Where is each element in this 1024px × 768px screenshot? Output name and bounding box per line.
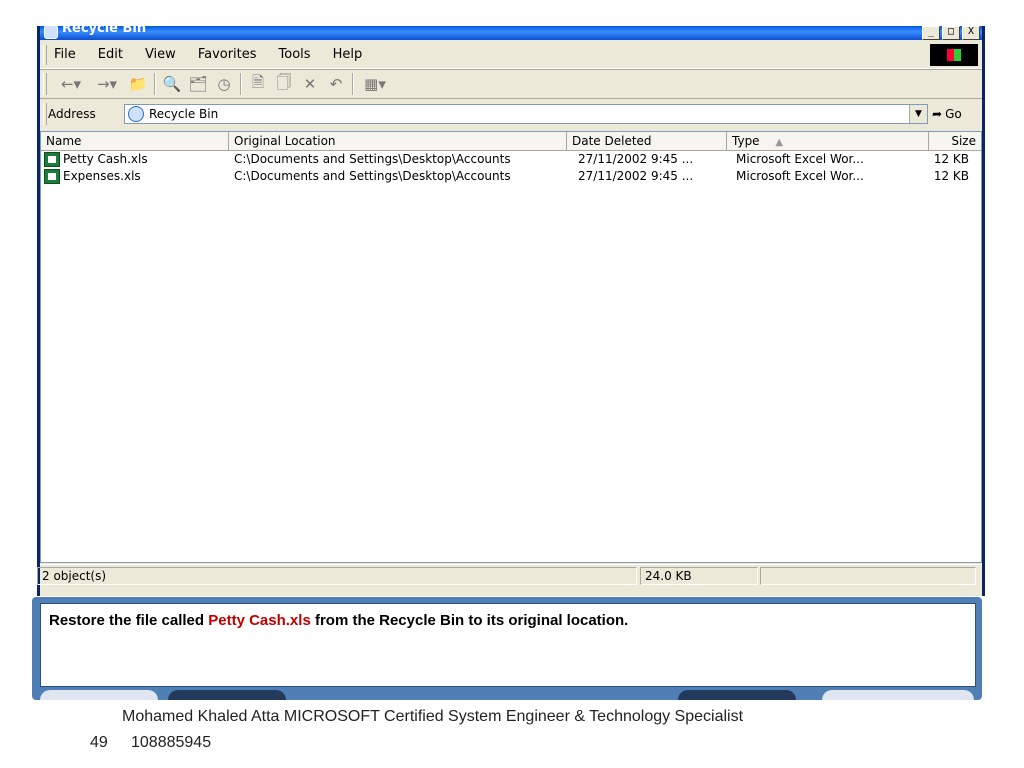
file-date-deleted: 27/11/2002 9:45 ... — [578, 169, 694, 183]
menu-file[interactable]: File — [52, 47, 78, 62]
task-instruction: Restore the file called Petty Cash.xls f… — [49, 612, 628, 629]
task-button-4[interactable] — [822, 690, 974, 700]
address-dropdown-button[interactable]: ▼ — [909, 105, 927, 123]
recycle-bin-icon — [44, 26, 58, 39]
address-label: Address — [48, 107, 96, 121]
up-icon[interactable]: 📁 — [126, 74, 150, 94]
standard-toolbar: ←▾ →▾ 📁 🔍 🗂 ◷ 🗎 🗍 ✕ ↶ ▦▾ — [40, 69, 982, 99]
file-type: Microsoft Excel Wor... — [736, 169, 864, 183]
file-date-deleted: 27/11/2002 9:45 ... — [578, 152, 694, 166]
toolbar-grip — [43, 73, 47, 95]
task-suffix: from the Recycle Bin to its original loc… — [310, 612, 629, 629]
address-value: Recycle Bin — [149, 107, 219, 121]
footer-credit: Mohamed Khaled Atta MICROSOFT Certified … — [122, 708, 744, 725]
menu-edit[interactable]: Edit — [96, 47, 125, 62]
sort-ascending-icon: ▲ — [775, 137, 784, 148]
go-button[interactable]: ➦ Go — [932, 104, 980, 124]
task-panel: Restore the file called Petty Cash.xls f… — [32, 597, 982, 700]
address-grip — [43, 103, 47, 125]
column-type-label: Type — [732, 134, 760, 148]
window-title: Recycle Bin — [62, 26, 147, 36]
back-icon[interactable]: ←▾ — [54, 74, 88, 94]
title-bar[interactable]: Recycle Bin _ □ X — [40, 26, 982, 40]
menu-tools[interactable]: Tools — [277, 47, 313, 62]
file-name: Expenses.xls — [63, 169, 141, 183]
recycle-bin-icon — [128, 106, 144, 122]
folders-icon[interactable]: 🗂 — [186, 74, 210, 94]
file-type: Microsoft Excel Wor... — [736, 152, 864, 166]
menu-view[interactable]: View — [143, 47, 178, 62]
task-instruction-box: Restore the file called Petty Cash.xls f… — [40, 603, 976, 687]
excel-file-icon — [44, 169, 60, 184]
column-date-deleted[interactable]: Date Deleted — [567, 132, 727, 150]
file-size: 12 KB — [933, 169, 969, 183]
menu-grip — [43, 45, 47, 65]
file-name: Petty Cash.xls — [63, 152, 148, 166]
task-button-3[interactable] — [678, 690, 796, 700]
column-name[interactable]: Name — [41, 132, 229, 150]
address-input[interactable]: Recycle Bin ▼ — [124, 104, 928, 124]
task-button-1[interactable] — [40, 690, 158, 700]
task-button-2[interactable] — [168, 690, 286, 700]
copy-to-icon[interactable]: 🗍 — [272, 73, 296, 94]
file-size: 12 KB — [933, 152, 969, 166]
explorer-window: Recycle Bin _ □ X File Edit View Favorit… — [37, 26, 985, 596]
search-icon[interactable]: 🔍 — [160, 74, 184, 94]
file-list[interactable]: Name Original Location Date Deleted Type… — [40, 131, 982, 563]
undo-icon[interactable]: ↶ — [324, 74, 348, 94]
status-empty-panel — [760, 567, 976, 585]
column-original-location[interactable]: Original Location — [229, 132, 567, 150]
maximize-button[interactable]: □ — [942, 26, 960, 40]
column-size[interactable]: Size — [929, 132, 981, 150]
table-row[interactable]: Petty Cash.xls C:\Documents and Settings… — [41, 151, 981, 168]
status-total-size: 24.0 KB — [640, 567, 758, 585]
move-to-icon[interactable]: 🗎 — [246, 73, 270, 94]
column-type[interactable]: Type ▲ — [727, 132, 929, 150]
status-bar: 2 object(s) 24.0 KB — [37, 564, 982, 589]
forward-icon[interactable]: →▾ — [90, 74, 124, 94]
menu-bar: File Edit View Favorites Tools Help — [40, 42, 982, 69]
views-icon[interactable]: ▦▾ — [358, 74, 392, 94]
go-label: Go — [945, 107, 962, 121]
minimize-button[interactable]: _ — [922, 26, 940, 40]
file-location: C:\Documents and Settings\Desktop\Accoun… — [234, 152, 511, 166]
windows-logo-icon — [930, 44, 978, 66]
address-bar: Address Recycle Bin ▼ ➦ Go — [40, 98, 982, 129]
delete-icon[interactable]: ✕ — [298, 74, 322, 94]
menu-favorites[interactable]: Favorites — [196, 47, 259, 62]
task-prefix: Restore the file called — [49, 612, 209, 629]
table-row[interactable]: Expenses.xls C:\Documents and Settings\D… — [41, 168, 981, 185]
list-header: Name Original Location Date Deleted Type… — [41, 132, 981, 151]
footer-phone: 108885945 — [131, 734, 212, 751]
history-icon[interactable]: ◷ — [212, 74, 236, 94]
task-highlight: Petty Cash.xls — [208, 612, 311, 629]
status-object-count: 2 object(s) — [37, 567, 637, 585]
file-location: C:\Documents and Settings\Desktop\Accoun… — [234, 169, 511, 183]
page-number: 49 — [90, 734, 108, 751]
excel-file-icon — [44, 152, 60, 167]
go-arrow-icon: ➦ — [932, 107, 943, 121]
close-button[interactable]: X — [962, 26, 980, 40]
menu-help[interactable]: Help — [331, 47, 365, 62]
